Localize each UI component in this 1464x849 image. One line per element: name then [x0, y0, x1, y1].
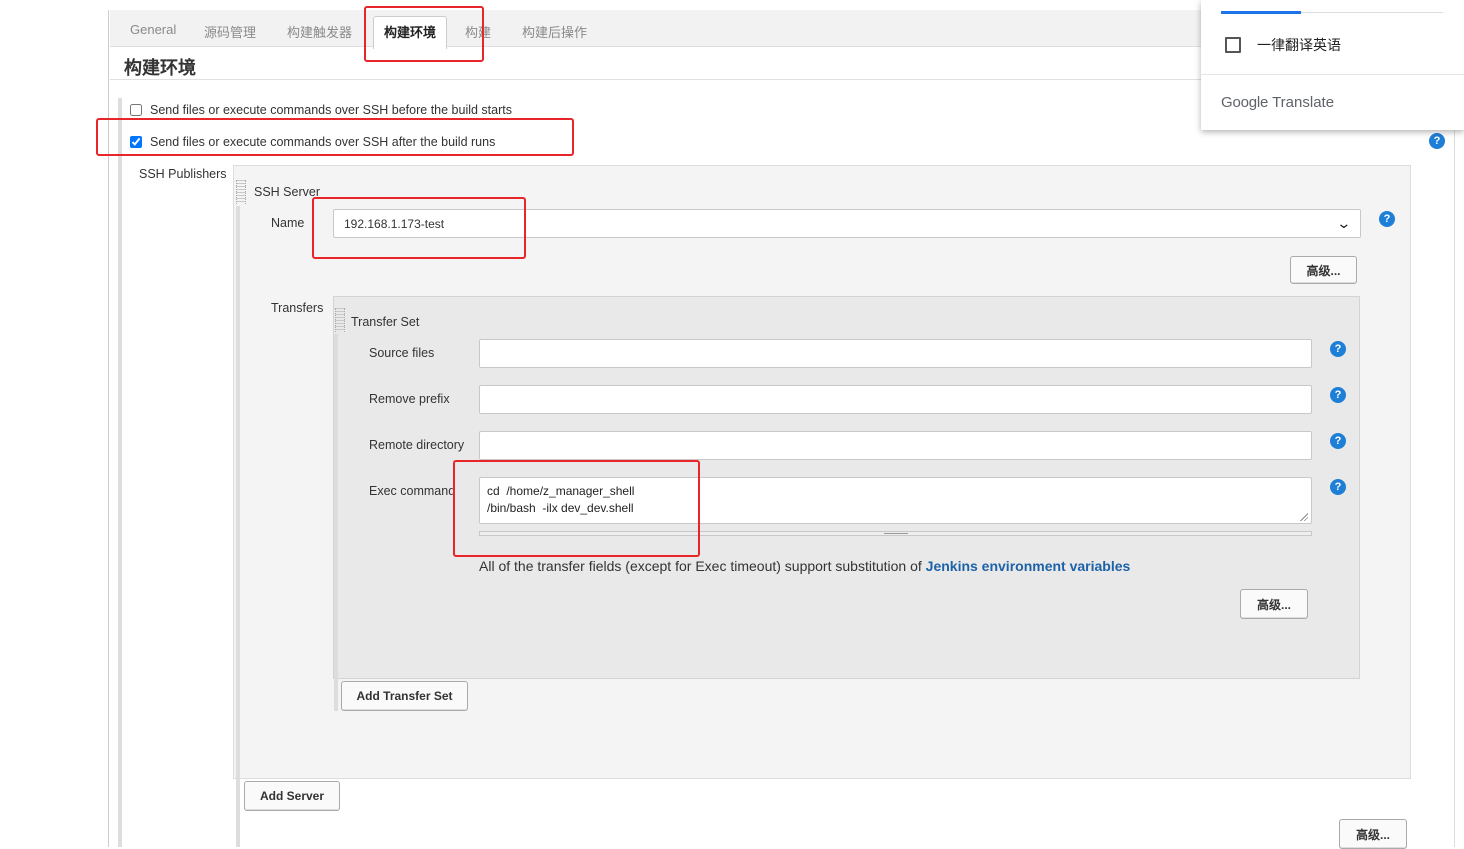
name-label: Name	[271, 216, 305, 230]
section-title: 构建环境	[124, 58, 196, 78]
ssh-before-option: Send files or execute commands over SSH …	[130, 103, 512, 117]
google-translate-logo: Google Translate	[1221, 94, 1334, 111]
add-server-button[interactable]: Add Server	[244, 781, 340, 811]
source-files-input[interactable]	[479, 339, 1312, 368]
source-files-help-icon[interactable]: ?	[1330, 341, 1346, 357]
section-nest-bar	[118, 98, 122, 847]
page-right-border	[1454, 130, 1455, 847]
google-wordmark: Google	[1221, 94, 1269, 111]
highlight-tab-box	[364, 6, 484, 62]
tab-post-build[interactable]: 构建后操作	[522, 22, 587, 41]
transfers-label: Transfers	[271, 301, 324, 315]
ssh-before-label: Send files or execute commands over SSH …	[150, 103, 512, 117]
tab-scm[interactable]: 源码管理	[204, 22, 256, 41]
translate-wordmark: Translate	[1272, 94, 1335, 111]
remove-prefix-label: Remove prefix	[369, 392, 450, 406]
ssh-publishers-label: SSH Publishers	[139, 167, 227, 181]
ssh-before-checkbox[interactable]	[130, 104, 142, 116]
exec-command-label: Exec command	[369, 484, 456, 498]
remove-prefix-help-icon[interactable]: ?	[1330, 387, 1346, 403]
tab-build-triggers[interactable]: 构建触发器	[287, 22, 352, 41]
always-translate-label: 一律翻译英语	[1257, 37, 1341, 53]
ssh-server-nest-bar	[236, 206, 240, 847]
ssh-after-help-icon[interactable]: ?	[1429, 133, 1445, 149]
source-files-label: Source files	[369, 346, 435, 360]
substitution-note: All of the transfer fields (except for E…	[479, 558, 1130, 574]
highlight-checkbox-box	[96, 118, 574, 156]
translate-active-tab-indicator[interactable]	[1221, 11, 1301, 14]
remote-directory-label: Remote directory	[369, 438, 465, 452]
translate-divider	[1201, 74, 1464, 75]
translate-popup: 一律翻译英语 Google Translate	[1201, 0, 1464, 130]
highlight-name-box	[312, 197, 526, 259]
remove-prefix-input[interactable]	[479, 385, 1312, 414]
substitution-note-text: All of the transfer fields (except for E…	[479, 558, 926, 574]
exec-command-help-icon[interactable]: ?	[1330, 479, 1346, 495]
textarea-resize-grip[interactable]	[1300, 513, 1308, 521]
highlight-exec-box	[453, 460, 700, 557]
add-transfer-set-button[interactable]: Add Transfer Set	[341, 681, 468, 711]
server-advanced-button[interactable]: 高级...	[1290, 256, 1357, 284]
remote-directory-help-icon[interactable]: ?	[1330, 433, 1346, 449]
expand-bar-grip	[884, 533, 908, 534]
remote-directory-input[interactable]	[479, 431, 1312, 460]
transfer-set-drag-handle[interactable]	[335, 308, 345, 332]
publishers-advanced-button[interactable]: 高级...	[1339, 819, 1407, 849]
tab-general[interactable]: General	[130, 22, 176, 37]
ssh-server-drag-handle[interactable]	[236, 180, 246, 204]
transfer-set-nest-bar	[334, 334, 338, 711]
ssh-server-label: SSH Server	[254, 185, 320, 199]
transfer-set-title: Transfer Set	[351, 315, 420, 329]
always-translate-checkbox[interactable]	[1225, 37, 1241, 53]
transfer-advanced-button[interactable]: 高级...	[1240, 589, 1308, 619]
name-help-icon[interactable]: ?	[1379, 211, 1395, 227]
chevron-down-icon: ⌄	[1336, 215, 1352, 231]
jenkins-env-vars-link[interactable]: Jenkins environment variables	[926, 558, 1131, 574]
